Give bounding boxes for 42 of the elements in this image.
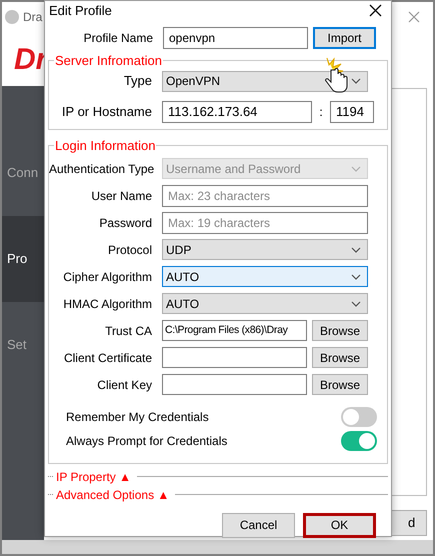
dropdown[interactable]: OpenVPN: [162, 70, 368, 92]
browse-button[interactable]: Browse: [312, 347, 368, 368]
browse-button[interactable]: Browse: [312, 320, 368, 341]
sidebar-item[interactable]: Set: [2, 302, 44, 388]
text-field[interactable]: Max: 23 characters: [162, 184, 368, 206]
field-label: Type: [122, 72, 153, 90]
field-label: IP or Hostname: [60, 103, 153, 122]
field-label: Profile Name: [82, 30, 154, 46]
app-title: Dra: [23, 9, 42, 26]
field-label: Cipher Algorithm: [62, 268, 153, 286]
action-button[interactable]: d: [391, 510, 427, 536]
field-label: Authentication Type: [49, 160, 156, 178]
dialog-button[interactable]: OK: [303, 512, 376, 538]
brand-logo: Dr: [14, 42, 48, 78]
collapsible-section-toggle[interactable]: IP Property ▲: [53, 468, 134, 486]
field-label: Password: [98, 214, 153, 232]
toggle-label: Always Prompt for Credentials: [66, 432, 228, 450]
toggle-label: Remember My Credentials: [66, 408, 209, 426]
host-field[interactable]: 113.162.173.64: [162, 101, 312, 123]
sidebar-item[interactable]: Conn: [2, 130, 44, 216]
dropdown[interactable]: AUTO: [162, 266, 368, 287]
profile-name-field[interactable]: openvpn: [163, 26, 308, 48]
dropdown[interactable]: AUTO: [162, 293, 368, 314]
browse-button[interactable]: Browse: [312, 374, 368, 395]
field-label: Client Certificate: [62, 350, 153, 366]
file-path-field[interactable]: C:\Program Files (x86)\Dray: [162, 320, 307, 341]
section-title: Login Information: [54, 137, 156, 155]
import-button[interactable]: Import: [313, 26, 376, 48]
collapsible-section-toggle[interactable]: Advanced Options ▲: [53, 486, 172, 504]
field-label: Client Key: [96, 376, 153, 394]
text-field[interactable]: Max: 19 characters: [162, 212, 368, 234]
dialog-title: Edit Profile: [49, 2, 112, 20]
field-label: HMAC Algorithm: [62, 296, 153, 312]
port-separator: :: [318, 104, 324, 121]
dialog-button[interactable]: Cancel: [222, 512, 295, 538]
port-field[interactable]: 1194: [330, 101, 374, 123]
field-label: Trust CA: [104, 322, 153, 340]
dropdown[interactable]: UDP: [162, 239, 368, 260]
field-label: User Name: [90, 188, 153, 204]
sidebar-item[interactable]: Pro: [2, 216, 44, 302]
section-title: Server Infromation: [54, 52, 163, 70]
field-label: Protocol: [106, 242, 153, 258]
